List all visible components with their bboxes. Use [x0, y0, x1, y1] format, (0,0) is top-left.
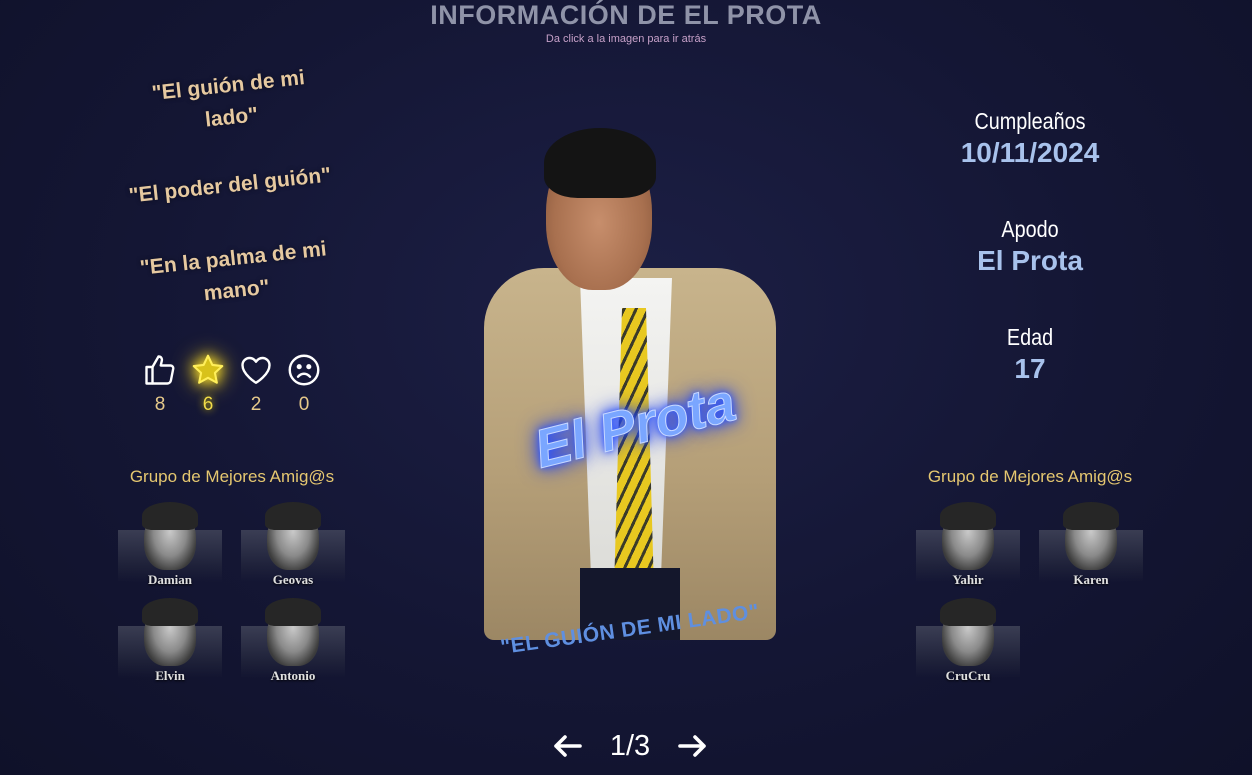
friend-name: Geovas [272, 572, 314, 587]
nickname-value: El Prota [977, 245, 1083, 276]
photo-hair [544, 128, 656, 198]
friend-karen[interactable]: Karen [1039, 500, 1143, 587]
reaction-heart[interactable]: 2 [232, 352, 280, 416]
heart-icon [241, 356, 271, 384]
friend-photo-hair [1063, 502, 1119, 530]
page-subtitle: Da click a la imagen para ir atrás [545, 33, 707, 45]
friend-photo-hair [265, 598, 321, 626]
friend-crucru[interactable]: CruCru [916, 596, 1020, 683]
friend-photo-hair [940, 502, 996, 530]
friend-damian[interactable]: Damian [118, 500, 222, 587]
friend-antonio[interactable]: Antonio [241, 596, 345, 683]
like-count: 8 [154, 394, 166, 415]
star-icon [192, 354, 224, 384]
friend-photo-hair [142, 502, 198, 530]
quote-1: "El guión de mi lado" [150, 66, 306, 132]
birthday-label: Cumpleaños [974, 108, 1086, 134]
friend-name: Damian [147, 572, 193, 587]
friend-geovas[interactable]: Geovas [241, 500, 345, 587]
reaction-star[interactable]: 6 [184, 352, 232, 416]
age-value: 17 [1014, 353, 1046, 384]
arrow-left-icon[interactable] [550, 728, 586, 764]
pagination: 1/3 [540, 728, 720, 764]
nickname-info: Apodo El Prota [930, 216, 1130, 277]
page-title: INFORMACIÓN DE EL PROTA [430, 0, 822, 30]
heart-count: 2 [250, 394, 262, 415]
friend-photo-hair [265, 502, 321, 530]
quote-3: "En la palma de mi mano" [138, 237, 328, 306]
thumbs-up-icon [145, 355, 175, 385]
birthday-info: Cumpleaños 10/11/2024 [930, 108, 1130, 169]
friend-name: Karen [1073, 572, 1109, 587]
friend-name: Elvin [155, 668, 185, 683]
reaction-like[interactable]: 8 [136, 352, 184, 416]
arrow-right-icon[interactable] [674, 728, 710, 764]
friend-photo-hair [940, 598, 996, 626]
friends-group-title-left: Grupo de Mejores Amig@s [129, 467, 335, 486]
friend-elvin[interactable]: Elvin [118, 596, 222, 683]
quote-2: "El poder del guión" [127, 163, 333, 208]
friends-group-title-right: Grupo de Mejores Amig@s [927, 467, 1133, 486]
friend-yahir[interactable]: Yahir [916, 500, 1020, 587]
nickname-label: Apodo [1001, 216, 1059, 242]
reactions-bar: 8 6 2 0 [136, 352, 328, 416]
birthday-value: 10/11/2024 [960, 137, 1100, 168]
header: INFORMACIÓN DE EL PROTA Da click a la im… [0, 0, 1252, 45]
sad-count: 0 [298, 394, 310, 415]
sad-face-icon [288, 354, 320, 386]
friend-name: Antonio [270, 668, 316, 683]
friend-photo-hair [142, 598, 198, 626]
age-label: Edad [1006, 324, 1054, 350]
star-count: 6 [202, 394, 214, 415]
age-info: Edad 17 [930, 324, 1130, 385]
friend-name: CruCru [945, 668, 991, 683]
reaction-sad[interactable]: 0 [280, 352, 328, 416]
friend-name: Yahir [952, 572, 984, 587]
page-indicator: 1/3 [609, 729, 651, 762]
